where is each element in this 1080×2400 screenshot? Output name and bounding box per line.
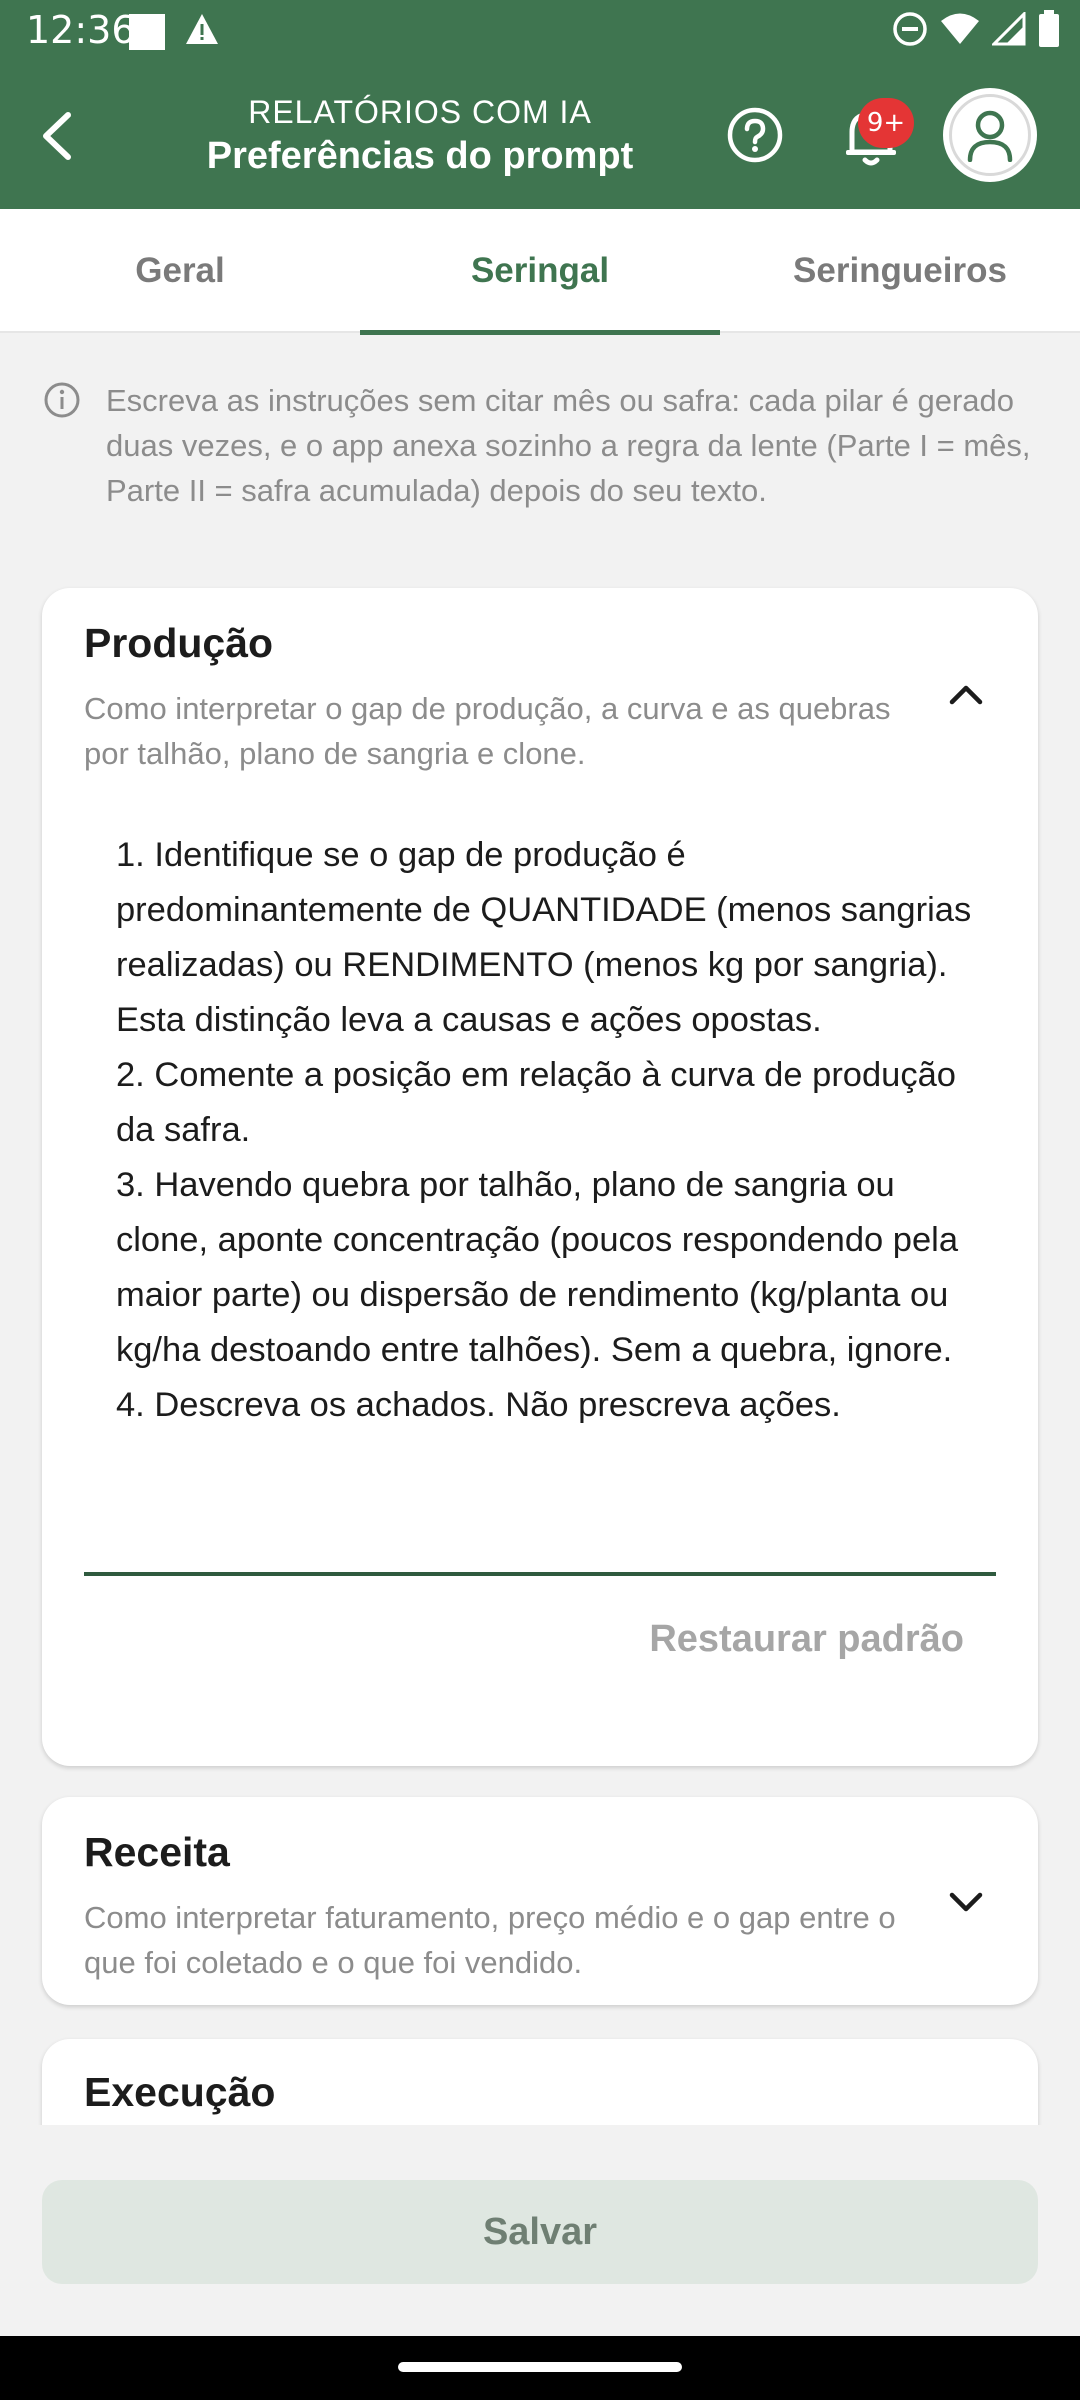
prompt-line: 1. Identifique se o gap de produção é pr… bbox=[116, 836, 972, 1039]
prompt-line: 3. Havendo quebra por talhão, plano de s… bbox=[116, 1166, 959, 1369]
textarea-underline bbox=[84, 1572, 996, 1576]
card-receita[interactable]: Receita Como interpretar faturamento, pr… bbox=[42, 1797, 1038, 2005]
prompt-line: 2. Comente a posição em relação à curva … bbox=[116, 1056, 956, 1149]
card-subtitle: Como interpretar o gap de produção, a cu… bbox=[84, 691, 891, 771]
restore-default-button[interactable]: Restaurar padrão bbox=[649, 1618, 964, 1661]
card-producao: Produção Como interpretar o gap de produ… bbox=[42, 588, 1038, 1766]
info-text: Escreva as instruções sem citar mês ou s… bbox=[106, 383, 1031, 508]
save-button[interactable]: Salvar bbox=[42, 2180, 1038, 2284]
chevron-down-icon[interactable] bbox=[946, 1889, 986, 1915]
card-title: Produção bbox=[84, 620, 274, 666]
scroll-content[interactable]: Escreva as instruções sem citar mês ou s… bbox=[0, 0, 1080, 2125]
card-execucao[interactable]: Execução bbox=[42, 2039, 1038, 2125]
card-subtitle: Como interpretar faturamento, preço médi… bbox=[84, 1900, 896, 1980]
prompt-line: 4. Descreva os achados. Não prescreva aç… bbox=[116, 1386, 841, 1424]
card-title: Execução bbox=[84, 2069, 276, 2115]
card-title: Receita bbox=[84, 1829, 230, 1875]
chevron-up-icon[interactable] bbox=[946, 682, 986, 708]
prompt-textarea[interactable]: 1. Identifique se o gap de produção é pr… bbox=[116, 828, 996, 1433]
info-icon bbox=[44, 382, 80, 418]
home-gesture-handle[interactable] bbox=[398, 2362, 682, 2372]
